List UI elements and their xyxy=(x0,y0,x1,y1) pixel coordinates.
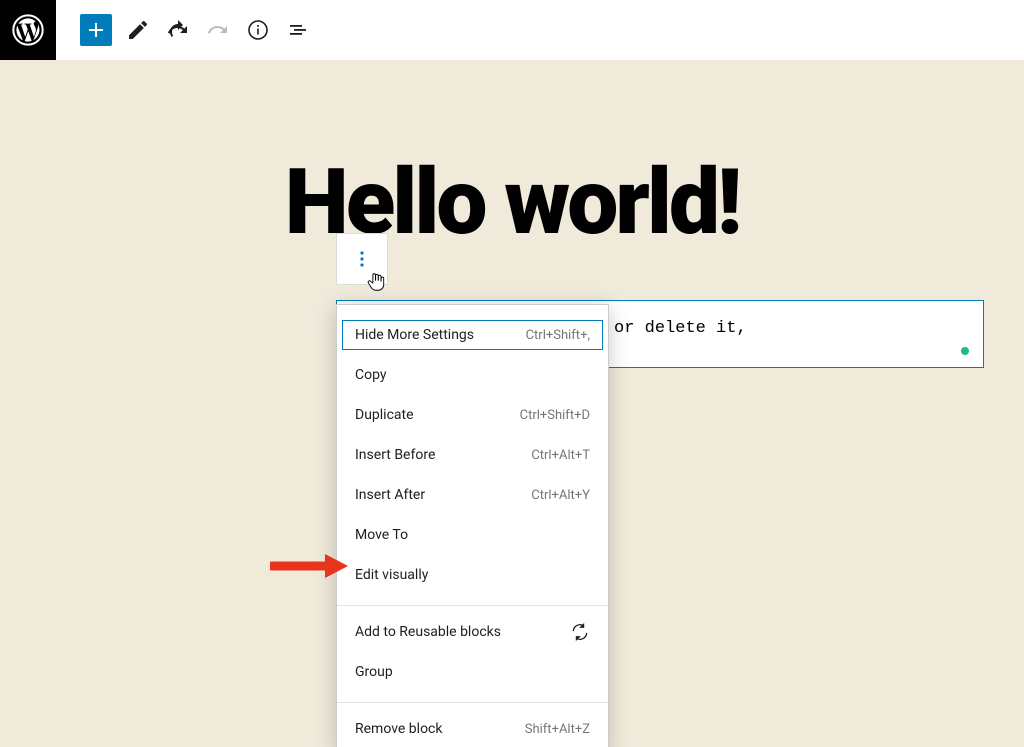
tool-group xyxy=(56,10,318,50)
add-block-button[interactable] xyxy=(80,14,112,46)
info-icon xyxy=(246,18,270,42)
menu-item-label: Move To xyxy=(355,527,408,543)
menu-item-move-to[interactable]: Move To xyxy=(337,515,608,555)
menu-item-shortcut: Ctrl+Alt+T xyxy=(531,448,590,463)
menu-item-remove-block[interactable]: Remove block Shift+Alt+Z xyxy=(337,709,608,747)
menu-section-3: Remove block Shift+Alt+Z xyxy=(337,702,608,747)
undo-button[interactable] xyxy=(158,10,198,50)
plus-icon xyxy=(84,18,108,42)
menu-item-label: Add to Reusable blocks xyxy=(355,624,501,640)
menu-item-edit-visually[interactable]: Edit visually xyxy=(337,555,608,595)
top-toolbar xyxy=(0,0,1024,60)
undo-icon-fallback xyxy=(166,18,190,42)
menu-item-label: Group xyxy=(355,664,393,680)
wordpress-icon xyxy=(12,14,44,46)
menu-item-label: Copy xyxy=(355,367,387,383)
editor-canvas[interactable]: Hello world! is your first post. Edit or… xyxy=(0,60,1024,747)
refresh-icon xyxy=(570,622,590,642)
menu-item-label: Insert Before xyxy=(355,447,435,463)
post-title[interactable]: Hello world! xyxy=(0,150,1024,256)
menu-item-shortcut: Ctrl+Shift+D xyxy=(520,408,590,423)
wordpress-logo[interactable] xyxy=(0,0,56,60)
block-options-menu: Hide More Settings Ctrl+Shift+, Copy Duplic… xyxy=(336,304,609,747)
menu-section-1: Hide More Settings Ctrl+Shift+, Copy Duplic… xyxy=(337,311,608,599)
outline-button[interactable] xyxy=(278,10,318,50)
menu-item-label: Insert After xyxy=(355,487,425,503)
dots-vertical-icon xyxy=(350,247,374,271)
menu-item-insert-after[interactable]: Insert After Ctrl+Alt+Y xyxy=(337,475,608,515)
redo-icon xyxy=(206,18,230,42)
menu-item-label: Edit visually xyxy=(355,567,428,583)
menu-item-group[interactable]: Group xyxy=(337,652,608,692)
status-dot xyxy=(961,347,969,355)
menu-item-shortcut: Shift+Alt+Z xyxy=(525,722,590,737)
menu-item-hide-more-settings[interactable]: Hide More Settings Ctrl+Shift+, xyxy=(337,315,608,355)
menu-item-label: Duplicate xyxy=(355,407,414,423)
menu-section-2: Add to Reusable blocks Group xyxy=(337,605,608,696)
editor-root: Hello world! is your first post. Edit or… xyxy=(0,0,1024,747)
info-button[interactable] xyxy=(238,10,278,50)
menu-item-duplicate[interactable]: Duplicate Ctrl+Shift+D xyxy=(337,395,608,435)
redo-button[interactable] xyxy=(198,10,238,50)
menu-item-insert-before[interactable]: Insert Before Ctrl+Alt+T xyxy=(337,435,608,475)
menu-item-copy[interactable]: Copy xyxy=(337,355,608,395)
outline-icon xyxy=(286,18,310,42)
menu-item-shortcut: Ctrl+Alt+Y xyxy=(531,488,590,503)
menu-item-label: Hide More Settings xyxy=(355,327,474,343)
menu-item-add-to-reusable-blocks[interactable]: Add to Reusable blocks xyxy=(337,612,608,652)
menu-item-label: Remove block xyxy=(355,721,442,737)
menu-item-shortcut: Ctrl+Shift+, xyxy=(526,328,590,343)
block-more-options-button[interactable] xyxy=(336,233,388,285)
tools-button[interactable] xyxy=(118,10,158,50)
pencil-icon xyxy=(126,18,150,42)
